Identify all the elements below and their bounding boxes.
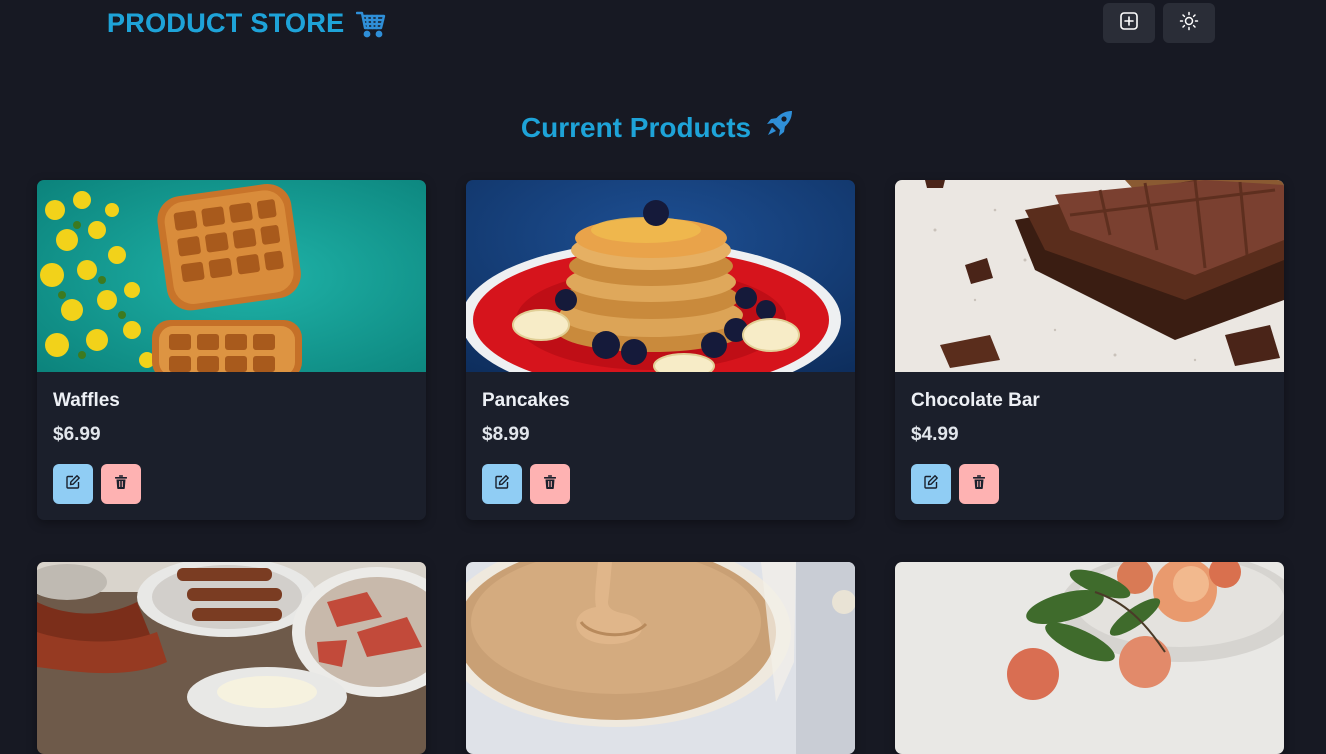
product-image-chocolate-bar (895, 180, 1284, 372)
trash-icon (971, 474, 987, 495)
delete-button[interactable] (530, 464, 570, 504)
product-card (37, 562, 426, 754)
product-image-breakfast (37, 562, 426, 754)
product-image-pancakes (466, 180, 855, 372)
edit-button[interactable] (482, 464, 522, 504)
trash-icon (542, 474, 558, 495)
product-card (466, 562, 855, 754)
product-grid: Waffles $6.99 Pancakes $8.99 Chocolate B… (0, 0, 1326, 754)
product-name: Chocolate Bar (911, 390, 1040, 411)
product-name: Pancakes (482, 390, 570, 411)
product-name: Waffles (53, 390, 120, 411)
delete-button[interactable] (101, 464, 141, 504)
edit-icon (65, 474, 81, 495)
product-image-waffles (37, 180, 426, 372)
product-price: $8.99 (482, 424, 530, 445)
product-price: $4.99 (911, 424, 959, 445)
product-image-peaches (895, 562, 1284, 754)
edit-icon (923, 474, 939, 495)
product-card: Pancakes $8.99 (466, 180, 855, 520)
product-card: Chocolate Bar $4.99 (895, 180, 1284, 520)
delete-button[interactable] (959, 464, 999, 504)
product-price: $6.99 (53, 424, 101, 445)
edit-button[interactable] (911, 464, 951, 504)
product-image-caramel (466, 562, 855, 754)
edit-icon (494, 474, 510, 495)
product-card (895, 562, 1284, 754)
product-card: Waffles $6.99 (37, 180, 426, 520)
edit-button[interactable] (53, 464, 93, 504)
trash-icon (113, 474, 129, 495)
